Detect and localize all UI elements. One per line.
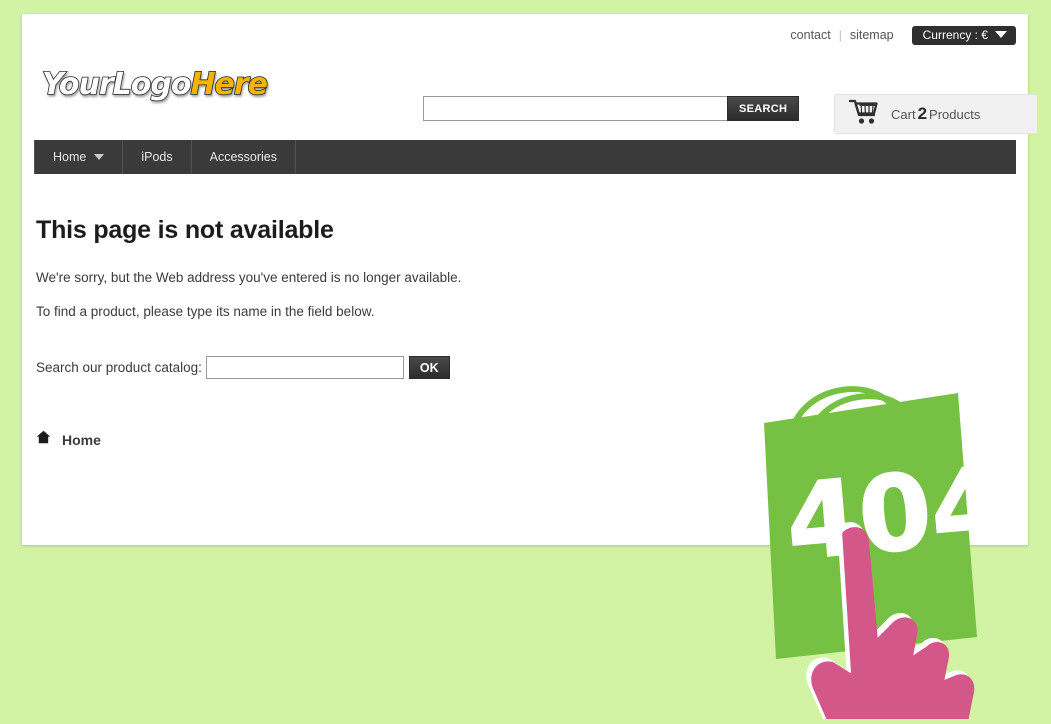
cart-prefix: Cart [891, 107, 916, 122]
catalog-search-ok-button[interactable]: OK [408, 356, 450, 379]
cart-label: Cart 2 Products [891, 104, 980, 124]
contact-link[interactable]: contact [790, 28, 830, 42]
catalog-search-label: Search our product catalog: [36, 360, 202, 375]
logo-text-primary: YourLogo [41, 67, 192, 102]
nav-item-accessories[interactable]: Accessories [192, 140, 297, 174]
site-logo[interactable]: YourLogoHere [41, 67, 269, 102]
catalog-search-row: Search our product catalog: OK [36, 356, 450, 379]
shopping-cart-icon [848, 99, 879, 130]
site-header: YourLogoHere SEARCH Cart 2 Products [22, 44, 1038, 158]
sitemap-link[interactable]: sitemap [850, 28, 894, 42]
main-navigation: Home iPods Accessories [34, 140, 1016, 174]
nav-item-label: iPods [141, 150, 173, 164]
breadcrumb-label: Home [62, 431, 101, 448]
cart-count: 2 [917, 104, 928, 123]
currency-selector[interactable]: Currency : € [911, 25, 1016, 45]
404-shopping-bag-graphic: 404 [762, 349, 1009, 724]
utility-bar: contact | sitemap Currency : € [790, 24, 1016, 46]
chevron-down-icon [995, 31, 1007, 38]
nav-item-ipods[interactable]: iPods [123, 140, 192, 174]
utility-separator: | [838, 28, 842, 42]
chevron-down-icon [94, 154, 105, 160]
error-paragraph-1: We're sorry, but the Web address you've … [36, 270, 462, 285]
catalog-search-input[interactable] [205, 356, 404, 379]
logo-text-accent: Here [190, 67, 269, 102]
search-input[interactable] [423, 96, 727, 121]
nav-item-label: Home [53, 150, 87, 164]
header-search: SEARCH [423, 96, 800, 121]
cart-block[interactable]: Cart 2 Products [834, 94, 1038, 134]
error-code-text: 404 [782, 443, 1002, 583]
error-paragraph-2: To find a product, please type its name … [36, 304, 375, 319]
currency-label: Currency : € [922, 27, 988, 42]
breadcrumb[interactable]: Home [36, 430, 101, 449]
nav-item-home[interactable]: Home [34, 140, 124, 174]
search-button[interactable]: SEARCH [727, 96, 800, 121]
home-icon [36, 430, 51, 449]
page-panel: contact | sitemap Currency : € YourLogoH… [22, 14, 1038, 724]
nav-item-label: Accessories [209, 150, 278, 164]
page-title: This page is not available [36, 216, 334, 244]
cart-suffix: Products [929, 107, 981, 122]
